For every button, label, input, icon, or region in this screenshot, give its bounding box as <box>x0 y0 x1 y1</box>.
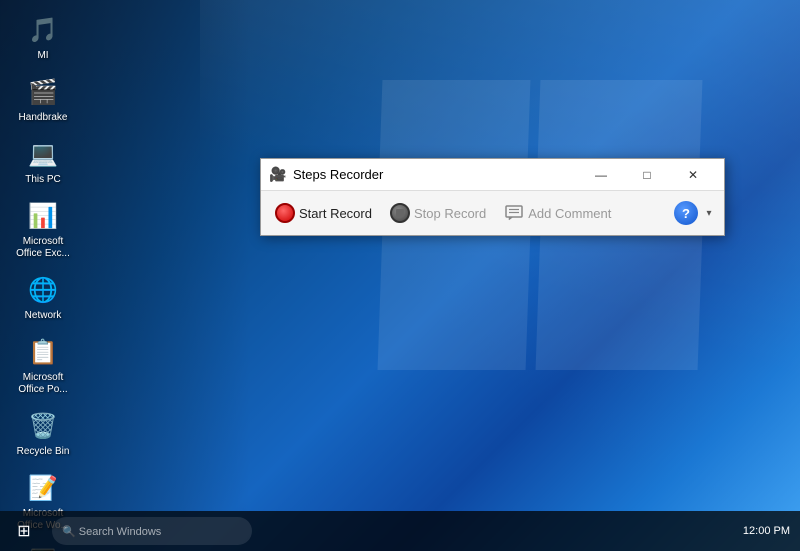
maximize-button[interactable]: □ <box>624 159 670 191</box>
taskbar-start-button[interactable]: ⊞ <box>0 511 48 551</box>
this-pc-icon: 💻 <box>25 136 61 172</box>
stop-record-label: Stop Record <box>414 206 486 221</box>
handbrake-label: Handbrake <box>19 112 68 124</box>
stop-record-icon <box>390 203 410 223</box>
desktop-icon-recycle-bin[interactable]: 🗑️ Recycle Bin <box>8 404 78 462</box>
taskbar-system-tray: 12:00 PM <box>743 525 800 537</box>
window-title: Steps Recorder <box>293 167 578 182</box>
excel-icon: 📊 <box>25 198 61 234</box>
start-record-button[interactable]: Start Record <box>267 199 380 227</box>
powerpoint-icon: 📋 <box>25 334 61 370</box>
search-placeholder: 🔍 Search Windows <box>62 525 161 538</box>
desktop-icon-network[interactable]: 🌐 Network <box>8 268 78 326</box>
start-record-label: Start Record <box>299 206 372 221</box>
steps-recorder-window-icon: 🎥 <box>269 166 287 184</box>
steps-recorder-window: 🎥 Steps Recorder — □ ✕ Start Record Stop… <box>260 158 725 236</box>
dropdown-arrow-icon: ▾ <box>706 208 711 219</box>
comment-icon <box>504 203 524 223</box>
add-comment-button[interactable]: Add Comment <box>496 199 619 227</box>
taskbar-time: 12:00 PM <box>743 525 790 537</box>
desktop-icon-mi[interactable]: 🎵 MI <box>8 8 78 66</box>
mi-label: MI <box>37 50 48 62</box>
desktop-icons-container: 🎵 MI 🎬 Handbrake 💻 This PC 📊 Microsoft O… <box>8 8 78 551</box>
windows-logo-decoration <box>380 80 700 400</box>
network-label: Network <box>25 310 62 322</box>
powerpoint-label: Microsoft Office Po... <box>12 372 74 396</box>
window-toolbar: Start Record Stop Record Add Comment <box>261 191 724 235</box>
help-button[interactable]: ? <box>674 201 698 225</box>
recycle-bin-icon: 🗑️ <box>25 408 61 444</box>
excel-label: Microsoft Office Exc... <box>12 236 74 260</box>
window-controls: — □ ✕ <box>578 159 716 191</box>
word-icon: 📝 <box>25 470 61 506</box>
stop-record-button[interactable]: Stop Record <box>382 199 494 227</box>
close-button[interactable]: ✕ <box>670 159 716 191</box>
start-icon: ⊞ <box>17 521 30 541</box>
window-titlebar[interactable]: 🎥 Steps Recorder — □ ✕ <box>261 159 724 191</box>
desktop-icon-powerpoint[interactable]: 📋 Microsoft Office Po... <box>8 330 78 400</box>
taskbar: ⊞ 🔍 Search Windows 12:00 PM <box>0 511 800 551</box>
desktop-icon-excel[interactable]: 📊 Microsoft Office Exc... <box>8 194 78 264</box>
handbrake-icon: 🎬 <box>25 74 61 110</box>
this-pc-label: This PC <box>25 174 61 186</box>
start-record-icon <box>275 203 295 223</box>
dropdown-button[interactable]: ▾ <box>700 201 718 225</box>
help-icon: ? <box>682 206 690 221</box>
minimize-button[interactable]: — <box>578 159 624 191</box>
recycle-bin-label: Recycle Bin <box>17 446 70 458</box>
mi-icon: 🎵 <box>25 12 61 48</box>
desktop-icon-this-pc[interactable]: 💻 This PC <box>8 132 78 190</box>
desktop-icon-handbrake[interactable]: 🎬 Handbrake <box>8 70 78 128</box>
network-icon: 🌐 <box>25 272 61 308</box>
desktop: 🎵 MI 🎬 Handbrake 💻 This PC 📊 Microsoft O… <box>0 0 800 551</box>
taskbar-search[interactable]: 🔍 Search Windows <box>52 517 252 545</box>
add-comment-label: Add Comment <box>528 206 611 221</box>
